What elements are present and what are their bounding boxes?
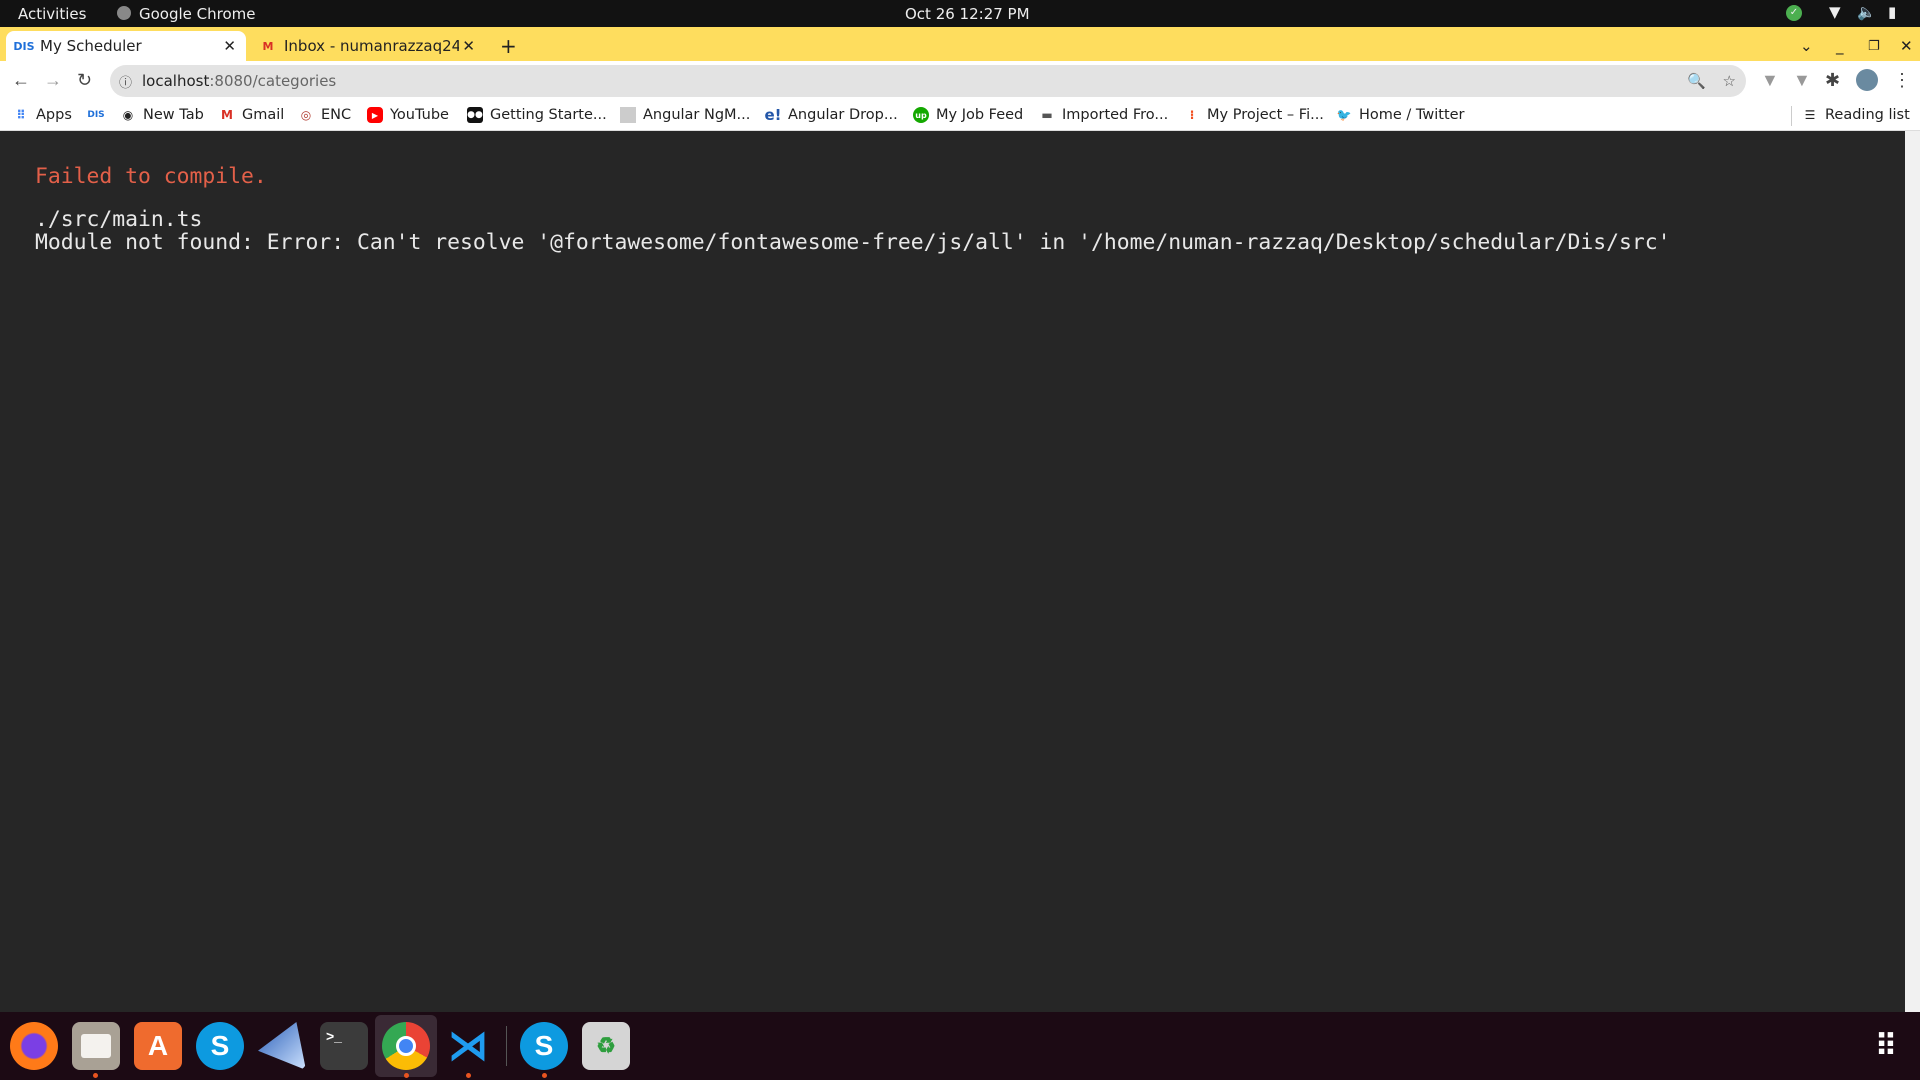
firefox-icon[interactable] — [10, 1022, 58, 1070]
trash-icon[interactable]: ♻ — [582, 1022, 630, 1070]
battery-icon[interactable]: ▮ — [1888, 3, 1896, 21]
show-applications-icon[interactable]: ⠿ — [1862, 1022, 1910, 1070]
page-scrollbar[interactable] — [1905, 131, 1920, 1012]
menu-icon[interactable]: ⋮ — [1893, 70, 1911, 91]
bookmark-new-tab[interactable]: ◉ New Tab — [120, 107, 204, 123]
bookmark-gmail[interactable]: M Gmail — [219, 107, 284, 123]
activities-button[interactable]: Activities — [18, 5, 86, 23]
url-host: localhost — [142, 72, 210, 90]
zoom-icon[interactable]: 🔍 — [1687, 72, 1706, 90]
tab-search-icon[interactable]: ⌄ — [1790, 31, 1823, 61]
restore-icon[interactable]: ❐ — [1858, 31, 1890, 61]
dis-icon: DIS — [87, 110, 105, 120]
dock-separator — [506, 1026, 507, 1066]
bookmark-twitter[interactable]: 🐦 Home / Twitter — [1336, 107, 1465, 123]
bookmark-enc[interactable]: ◎ ENC — [298, 107, 351, 123]
reading-list-icon: ☰ — [1804, 108, 1816, 122]
bookmark-dis[interactable]: DIS — [87, 107, 111, 123]
minimize-icon[interactable]: _ — [1826, 31, 1854, 61]
new-tab-button[interactable]: + — [490, 31, 527, 61]
figma-icon: ⁝ — [1189, 108, 1195, 122]
error-file: ./src/main.ts — [35, 207, 203, 232]
reading-list-button[interactable]: ☰ Reading list — [1802, 107, 1910, 123]
error-title: Failed to compile. — [35, 164, 267, 189]
browser-toolbar: ← → ↻ ⓘ localhost:8080/categories 🔍 ☆ ▼ … — [0, 61, 1920, 102]
skype-icon[interactable]: S — [196, 1022, 244, 1070]
bookmark-youtube[interactable]: ▶ YouTube — [367, 107, 449, 123]
back-icon[interactable]: ← — [12, 70, 30, 91]
app-center-icon[interactable]: A — [134, 1022, 182, 1070]
remmina-icon[interactable] — [258, 1022, 306, 1070]
clock[interactable]: Oct 26 12:27 PM — [905, 5, 1030, 23]
apps-grid-icon: ⠿ — [16, 108, 26, 122]
info-icon[interactable]: ⓘ — [119, 72, 132, 91]
medium-icon: ●● — [467, 107, 483, 123]
system-top-bar: Activities Google Chrome Oct 26 12:27 PM… — [0, 0, 1920, 27]
tab-title: Inbox - numanrazzaq24@ — [284, 37, 459, 55]
globe-icon: ◉ — [122, 108, 134, 122]
skype-icon[interactable]: S — [520, 1022, 568, 1070]
bookmark-my-job-feed[interactable]: up My Job Feed — [913, 107, 1023, 123]
close-tab-icon[interactable]: ✕ — [462, 37, 475, 55]
divider — [1791, 106, 1792, 126]
page-icon — [620, 107, 636, 123]
vscode-icon[interactable]: ⋊ — [444, 1022, 492, 1070]
extensions-icon[interactable]: ✱ — [1825, 70, 1840, 91]
bookmark-angular-drop[interactable]: e! Angular Drop... — [764, 106, 898, 124]
bookmark-apps[interactable]: ⠿ Apps — [13, 107, 72, 123]
tab-my-scheduler[interactable]: DIS My Scheduler ✕ — [6, 31, 246, 61]
close-window-icon[interactable]: ✕ — [1890, 31, 1920, 61]
volume-icon[interactable]: 🔈 — [1857, 3, 1876, 21]
tab-title: My Scheduler — [40, 37, 142, 55]
enc-icon: ◎ — [300, 108, 312, 122]
tab-inbox[interactable]: M Inbox - numanrazzaq24@ ✕ — [250, 31, 485, 61]
gmail-icon: M — [221, 108, 233, 122]
update-check-icon[interactable]: ✓ — [1786, 5, 1802, 21]
chrome-icon — [117, 6, 131, 20]
twitter-icon: 🐦 — [1336, 108, 1352, 122]
url-path: :8080/categories — [209, 72, 337, 90]
vue-devtools-icon[interactable]: ▼ — [1761, 70, 1779, 91]
vue-devtools-icon[interactable]: ▼ — [1793, 70, 1811, 91]
terminal-icon[interactable]: >_ — [320, 1022, 368, 1070]
error-message: Module not found: Error: Can't resolve '… — [35, 230, 1671, 255]
wifi-icon[interactable]: ▼ — [1829, 3, 1841, 21]
bookmark-getting-started[interactable]: ●● Getting Starte... — [467, 107, 607, 123]
reload-icon[interactable]: ↻ — [77, 70, 92, 91]
bookmark-angular-ngm[interactable]: Angular NgM... — [620, 107, 750, 123]
dis-icon: DIS — [13, 39, 35, 53]
e-icon: e! — [764, 106, 782, 124]
tab-strip: DIS My Scheduler ✕ M Inbox - numanrazzaq… — [0, 27, 1920, 61]
app-name[interactable]: Google Chrome — [139, 5, 256, 23]
compile-error-overlay: Failed to compile. ./src/main.ts Module … — [0, 131, 1905, 1012]
gmail-icon: M — [262, 39, 274, 53]
bookmark-my-project[interactable]: ⁝ My Project – Fi... — [1184, 107, 1324, 123]
dock: A S >_ ⋊ S ♻ ⠿ — [0, 1012, 1920, 1080]
close-tab-icon[interactable]: ✕ — [223, 37, 236, 55]
youtube-icon: ▶ — [367, 107, 383, 123]
chrome-icon[interactable] — [382, 1022, 430, 1070]
bookmark-star-icon[interactable]: ☆ — [1723, 72, 1736, 90]
folder-icon: ▬ — [1041, 108, 1053, 122]
address-bar[interactable]: ⓘ localhost:8080/categories 🔍 ☆ — [110, 65, 1746, 97]
files-icon[interactable] — [72, 1022, 120, 1070]
bookmarks-bar: ⠿ Apps DIS ◉ New Tab M Gmail ◎ ENC ▶ YouTube … — [0, 102, 1920, 131]
upwork-icon: up — [913, 107, 929, 123]
profile-avatar[interactable] — [1856, 69, 1878, 91]
bookmark-imported[interactable]: ▬ Imported Fro... — [1039, 107, 1168, 123]
forward-icon[interactable]: → — [44, 70, 62, 91]
